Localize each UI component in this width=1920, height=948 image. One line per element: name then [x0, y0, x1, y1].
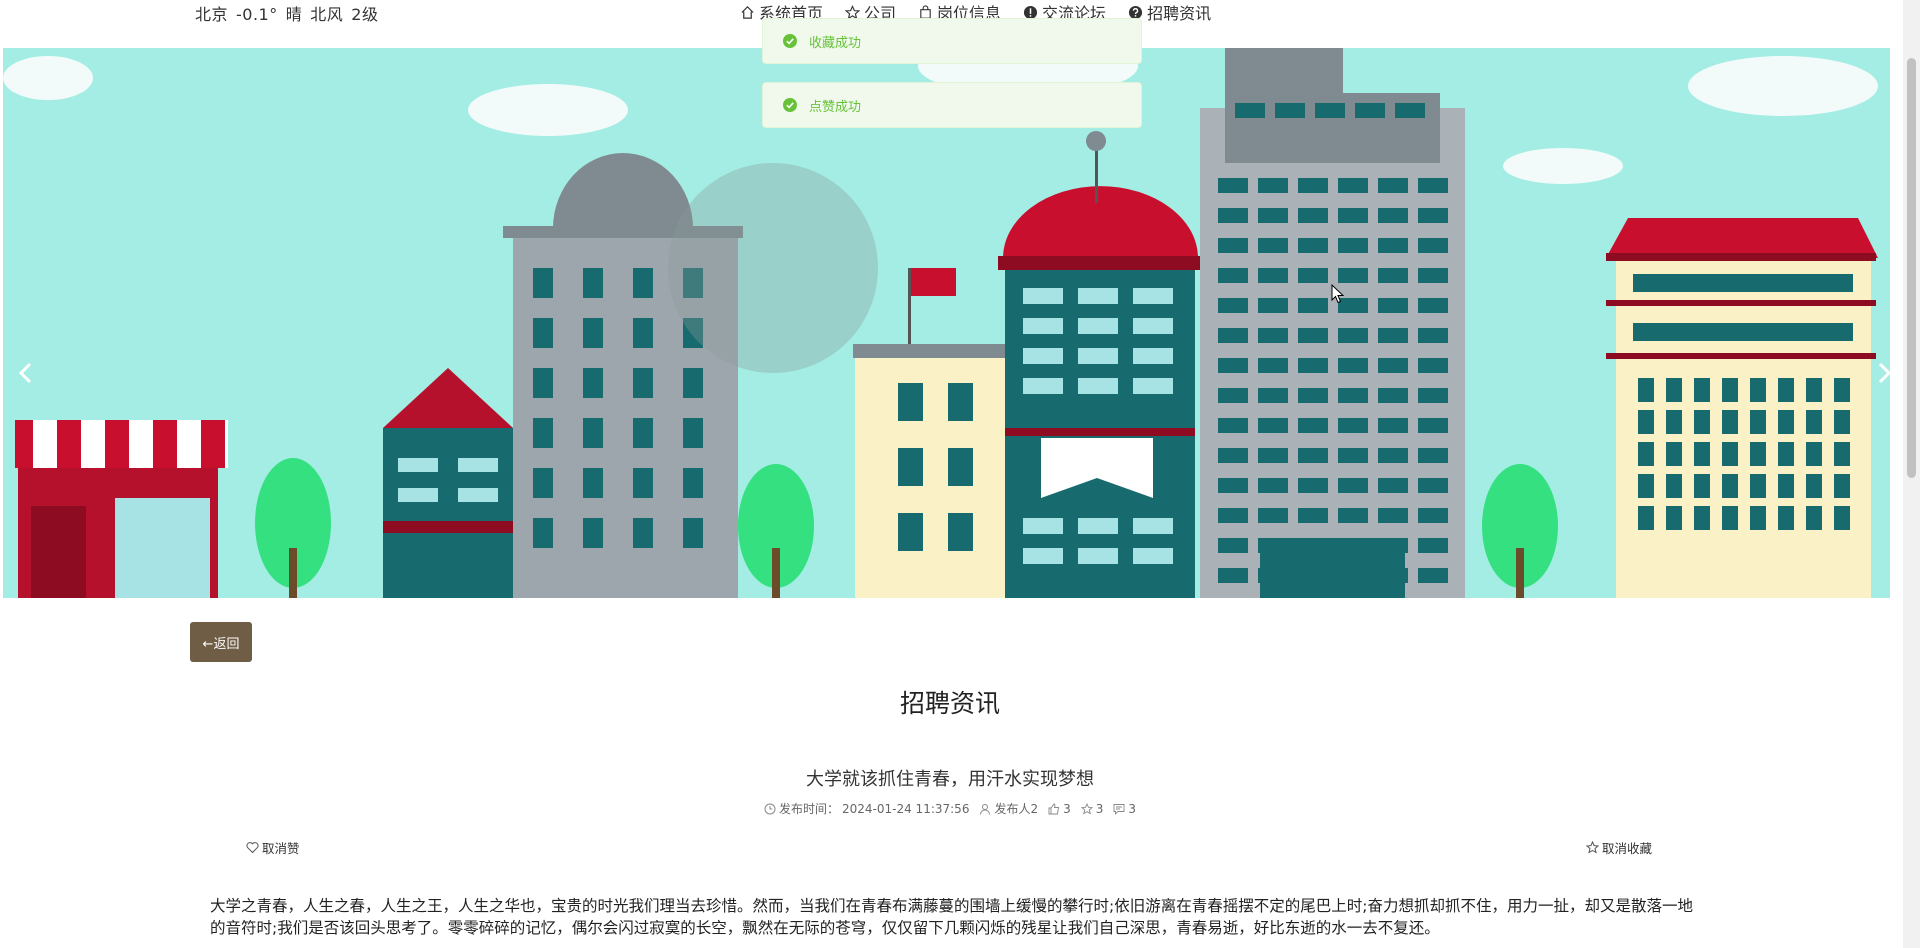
page-title: 招聘资讯 [899, 689, 1000, 718]
star-icon [1586, 841, 1599, 854]
unlike-label: 取消赞 [262, 841, 300, 856]
user-icon [980, 803, 991, 815]
like-count: 3 [1048, 800, 1071, 817]
scrollbar-thumb[interactable] [1907, 58, 1916, 478]
weather-condition: 晴 [285, 5, 303, 24]
banner-carousel[interactable] [3, 48, 1890, 598]
nav-label: 招聘资讯 [1147, 4, 1212, 23]
publish-time: 发布时间： 2024-01-24 11:37:56 [764, 800, 969, 817]
article-body: 大学之青春，人生之春，人生之王，人生之华也，宝贵的时光我们理当去珍惜。然而，当我… [210, 897, 1693, 937]
publish-label: 发布时间： [778, 802, 839, 816]
author: 发布人2 [979, 800, 1038, 817]
check-circle-icon [783, 98, 797, 112]
publish-time-value: 2024-01-24 11:37:56 [842, 801, 970, 816]
like-count-value: 3 [1063, 801, 1071, 816]
carousel-next-arrow-icon[interactable] [1869, 358, 1890, 388]
uncollect-button[interactable]: 取消收藏 [1586, 838, 1652, 857]
thumb-up-icon [1048, 803, 1060, 814]
weather-level: 2级 [351, 5, 379, 24]
article-meta: 发布时间： 2024-01-24 11:37:56 发布人2 3 3 3 [0, 800, 1900, 817]
comment-count-value: 3 [1128, 801, 1137, 816]
toast-like-success: 点赞成功 [762, 82, 1142, 128]
star-count-value: 3 [1095, 801, 1104, 816]
star-icon [1080, 802, 1093, 814]
city-illustration [3, 48, 1878, 598]
star-count: 3 [1080, 800, 1104, 817]
author-name: 发布人2 [994, 802, 1039, 816]
weather-info: 北京 -0.1° 晴北风 2级 [195, 1, 386, 25]
comment-icon [1113, 803, 1125, 815]
mouse-cursor-icon [1331, 284, 1345, 304]
unlike-button[interactable]: 取消赞 [246, 838, 300, 857]
comment-count: 3 [1113, 800, 1136, 817]
toast-collect-success: 收藏成功 [762, 18, 1142, 64]
toast-text: 收藏成功 [809, 35, 862, 51]
toast-text: 点赞成功 [809, 99, 862, 115]
article-title: 大学就该抓住青春，用汗水实现梦想 [806, 769, 1094, 790]
weather-temp: -0.1° [236, 5, 278, 24]
check-circle-icon [783, 34, 797, 48]
weather-city: 北京 [195, 5, 229, 24]
uncollect-label: 取消收藏 [1602, 841, 1653, 856]
page-scrollbar[interactable] [1903, 0, 1920, 948]
back-button[interactable]: ←返回 [190, 622, 252, 662]
heart-icon [246, 842, 259, 854]
clock-icon [764, 803, 776, 814]
carousel-prev-arrow-icon[interactable] [11, 358, 41, 388]
home-icon [741, 5, 754, 19]
weather-wind: 北风 [310, 5, 344, 24]
